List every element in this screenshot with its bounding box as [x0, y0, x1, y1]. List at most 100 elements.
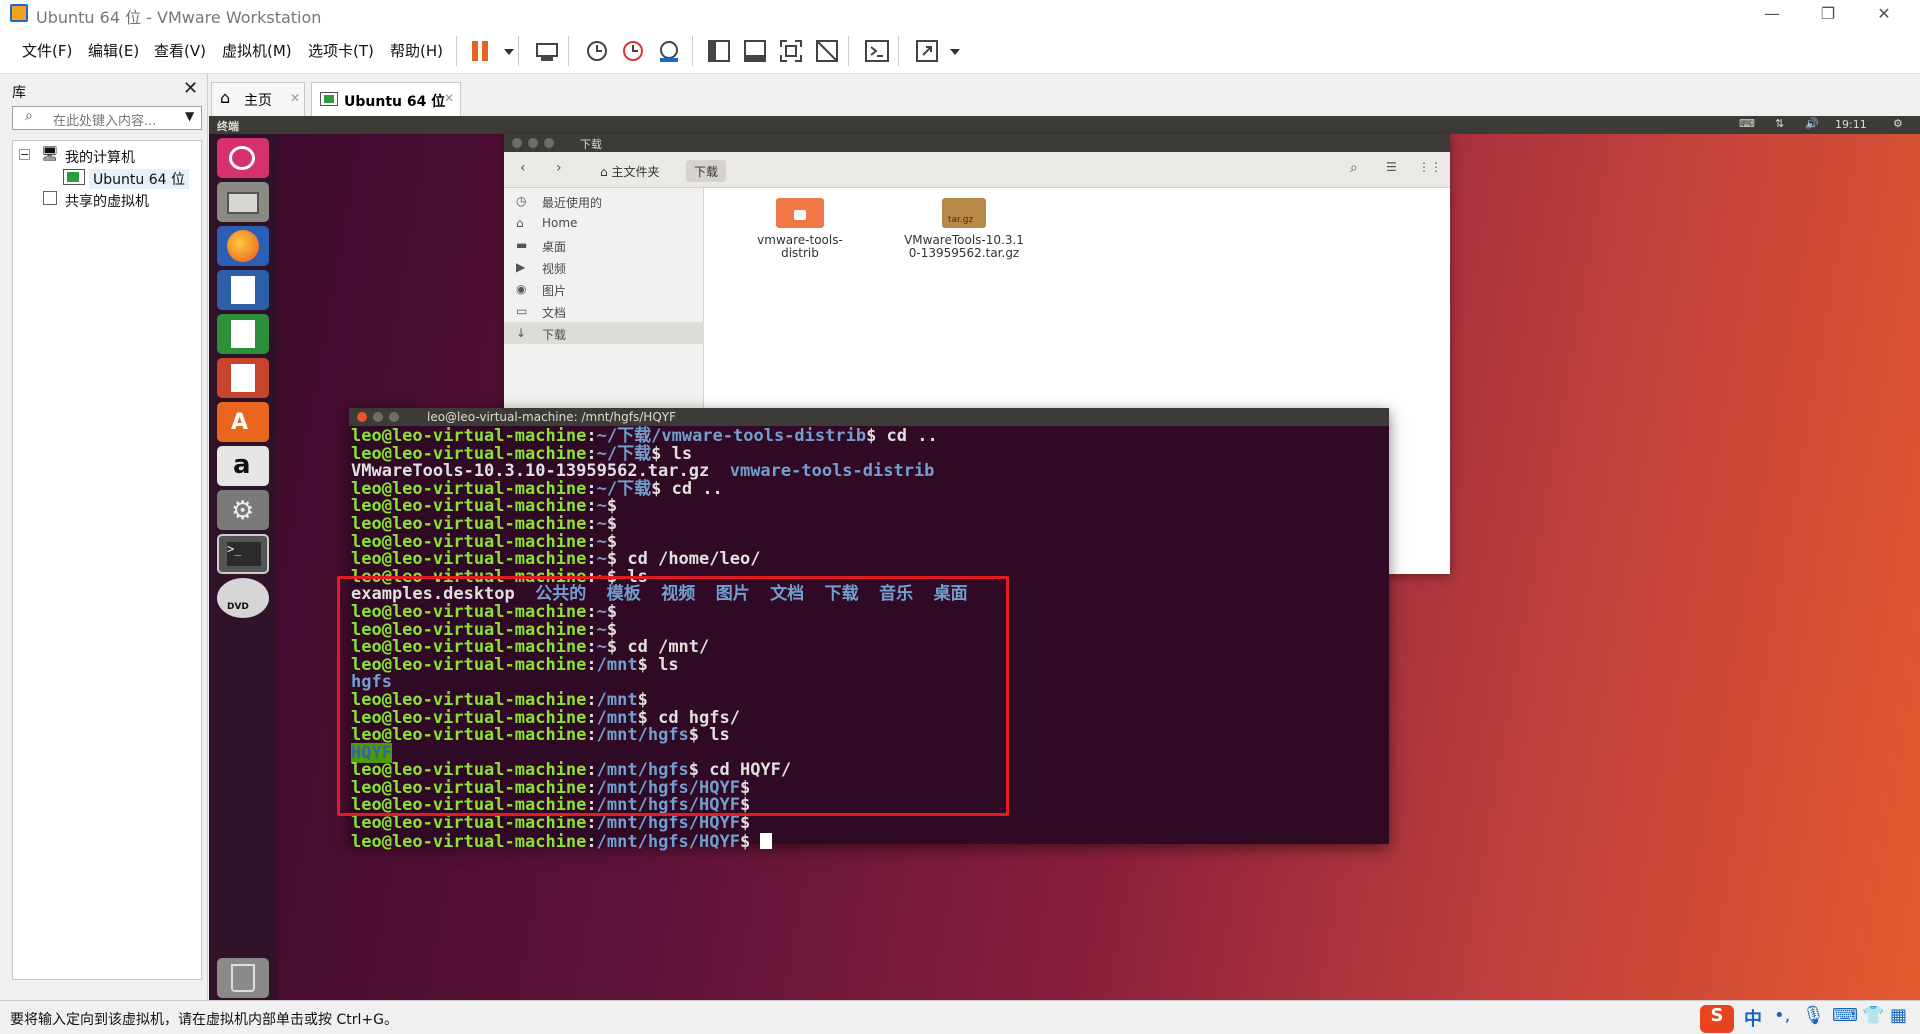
search-icon[interactable]: ⌕ — [1350, 160, 1358, 176]
ls-entry: vmware-tools-distrib — [729, 461, 935, 482]
sidebar-item-desktop[interactable]: 桌面 — [542, 238, 566, 255]
menu-file[interactable]: 文件(F) — [22, 40, 72, 61]
collapse-icon[interactable]: − — [19, 149, 30, 160]
grid-view-icon[interactable]: ⋮⋮ — [1418, 160, 1442, 174]
window-title: Ubuntu 64 位 - VMware Workstation — [36, 8, 322, 27]
prompt-path: /mnt/hgfs/HQYF — [596, 813, 740, 834]
clock[interactable]: 19:11 — [1835, 118, 1867, 131]
full-screen-icon[interactable] — [776, 36, 806, 66]
file-name: vmware-tools-distrib — [757, 233, 843, 260]
writer-icon[interactable] — [217, 270, 269, 310]
skin-icon[interactable]: 👕 — [1862, 1005, 1884, 1026]
network-icon[interactable]: ⇅ — [1775, 117, 1784, 130]
file-item[interactable]: vmware-tools-distrib — [740, 198, 860, 260]
send-ctrl-alt-del-icon[interactable] — [532, 36, 562, 66]
terminal-icon[interactable]: >_ — [217, 534, 269, 574]
tab-vm[interactable]: Ubuntu 64 位 ✕ — [311, 82, 461, 116]
sidebar-item-videos[interactable]: 视频 — [542, 260, 566, 277]
ubuntu-dash-icon[interactable] — [217, 138, 269, 178]
sidebar-item-pictures[interactable]: 图片 — [542, 282, 566, 299]
snapshot-icon[interactable] — [582, 36, 612, 66]
recent-icon: ◷ — [516, 194, 527, 208]
impress-icon[interactable] — [217, 358, 269, 398]
video-icon: ▶ — [516, 260, 526, 274]
toolbox-icon[interactable]: ▦ — [1890, 1005, 1907, 1026]
status-message: 要将输入定向到该虚拟机，请在虚拟机内部单击或按 Ctrl+G。 — [10, 1012, 398, 1028]
minimize-icon[interactable] — [528, 138, 538, 148]
punctuation-icon[interactable]: •, — [1774, 1005, 1790, 1026]
sidebar-item-documents[interactable]: 文档 — [542, 304, 566, 321]
trash-icon[interactable] — [217, 958, 269, 998]
vm-display[interactable]: 终端 ⌨ ⇅ 🔊 19:11 ⚙ A a ⚙ >_ DVD 下载 ‹ › ⌂ 主… — [209, 116, 1920, 1000]
volume-icon[interactable]: 🔊 — [1805, 117, 1819, 130]
download-icon: ↓ — [516, 326, 527, 340]
document-icon: ▭ — [516, 304, 528, 318]
amazon-icon[interactable]: a — [217, 446, 269, 486]
menubar: 文件(F) 编辑(E) 查看(V) 虚拟机(M) 选项卡(T) 帮助(H) — [0, 28, 1920, 74]
file-item[interactable]: tar.gz VMwareTools-10.3.10-13959562.tar.… — [904, 198, 1024, 260]
unity-mode-icon[interactable] — [812, 36, 842, 66]
calc-icon[interactable] — [217, 314, 269, 354]
breadcrumb-downloads[interactable]: 下载 — [686, 160, 727, 182]
menu-edit[interactable]: 编辑(E) — [88, 40, 139, 61]
sogou-ime-icon[interactable]: S — [1700, 1005, 1734, 1033]
keyboard-indicator-icon[interactable]: ⌨ — [1739, 117, 1755, 130]
command-text: $ cd .. — [651, 478, 723, 499]
tree-vm-ubuntu[interactable]: Ubuntu 64 位 — [89, 169, 189, 189]
tree-my-computer[interactable]: 我的计算机 — [65, 147, 135, 167]
vm-icon — [63, 169, 85, 185]
chevron-down-icon[interactable]: ▼ — [185, 109, 194, 123]
ime-language[interactable]: 中 — [1744, 1005, 1762, 1031]
sidebar-item-downloads[interactable]: 下载 — [542, 326, 566, 343]
close-tab-icon[interactable]: ✕ — [444, 91, 454, 105]
pause-icon[interactable] — [466, 36, 496, 66]
sidebar-item-recent[interactable]: 最近使用的 — [542, 194, 602, 211]
maximize-icon[interactable] — [389, 412, 399, 422]
system-menu-icon[interactable]: ⚙ — [1893, 117, 1903, 130]
command-text: $ — [739, 831, 761, 852]
toolbar-separator — [692, 36, 693, 66]
stretch-guest-icon[interactable] — [912, 36, 942, 66]
tree-shared-vms[interactable]: 共享的虚拟机 — [65, 191, 149, 211]
close-button[interactable]: ✕ — [1856, 0, 1912, 28]
console-view-icon[interactable] — [862, 36, 892, 66]
list-view-icon[interactable]: ☰ — [1386, 160, 1397, 174]
close-library-icon[interactable]: ✕ — [183, 78, 198, 99]
menu-vm[interactable]: 虚拟机(M) — [222, 40, 292, 61]
toolbar-separator — [848, 36, 849, 66]
stretch-dropdown-icon[interactable] — [940, 36, 960, 66]
ubuntu-top-panel: 终端 ⌨ ⇅ 🔊 19:11 ⚙ — [209, 116, 1920, 134]
keyboard-icon[interactable]: ⌨ — [1832, 1005, 1858, 1026]
software-center-icon[interactable]: A — [217, 402, 269, 442]
minimize-button[interactable]: — — [1744, 0, 1800, 28]
close-icon[interactable] — [357, 412, 367, 422]
thumbnail-bar-icon[interactable] — [740, 36, 770, 66]
pause-dropdown-icon[interactable] — [494, 36, 514, 66]
forward-icon[interactable]: › — [556, 160, 562, 176]
back-icon[interactable]: ‹ — [520, 160, 526, 176]
show-library-icon[interactable] — [704, 36, 734, 66]
library-search-input[interactable]: ⌕ 在此处键入内容... ▼ — [12, 106, 202, 130]
sidebar-item-home[interactable]: Home — [542, 216, 577, 230]
close-icon[interactable] — [512, 138, 522, 148]
close-tab-icon[interactable]: ✕ — [290, 91, 300, 105]
restore-button[interactable]: ❐ — [1800, 0, 1856, 28]
revert-snapshot-icon[interactable] — [618, 36, 648, 66]
camera-icon: ◉ — [516, 282, 527, 296]
breadcrumb-home[interactable]: ⌂ 主文件夹 — [592, 160, 667, 182]
dvd-icon[interactable]: DVD — [217, 578, 269, 618]
microphone-icon[interactable]: 🎙 — [1802, 1005, 1825, 1026]
window-titlebar: Ubuntu 64 位 - VMware Workstation — ❐ ✕ — [0, 0, 1920, 28]
snapshot-manager-icon[interactable] — [654, 36, 684, 66]
files-icon[interactable] — [217, 182, 269, 222]
maximize-icon[interactable] — [544, 138, 554, 148]
menu-view[interactable]: 查看(V) — [154, 40, 206, 61]
minimize-icon[interactable] — [373, 412, 383, 422]
command-text: $ — [739, 813, 761, 834]
firefox-icon[interactable] — [217, 226, 269, 266]
menu-help[interactable]: 帮助(H) — [390, 40, 443, 61]
menu-tabs[interactable]: 选项卡(T) — [308, 40, 374, 61]
tab-home[interactable]: ⌂ 主页 ✕ — [211, 82, 305, 116]
system-settings-icon[interactable]: ⚙ — [217, 490, 269, 530]
vmware-logo-icon — [10, 4, 28, 22]
